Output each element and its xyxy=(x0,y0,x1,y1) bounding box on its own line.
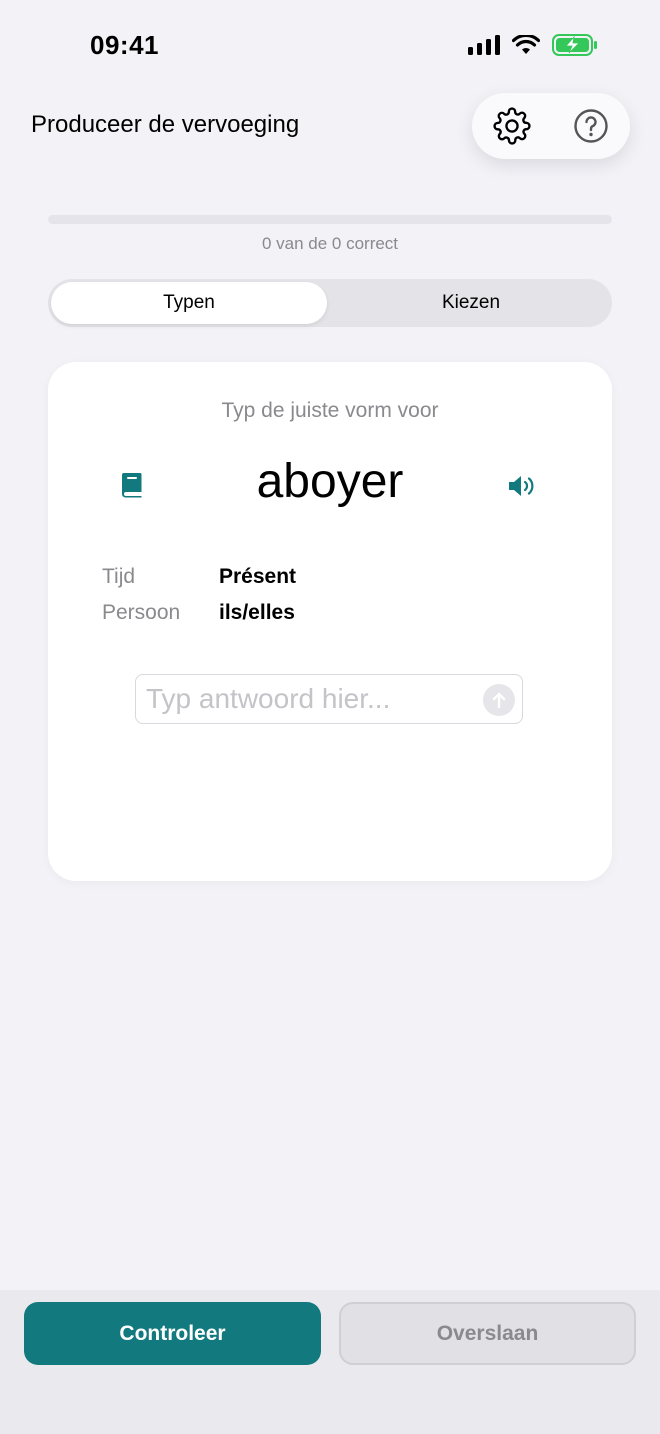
exercise-card: Typ de juiste vorm voor aboyer Tijd Prés… xyxy=(48,362,612,881)
person-value: ils/elles xyxy=(219,601,295,624)
status-bar: 09:41 xyxy=(0,0,660,96)
status-time: 09:41 xyxy=(90,30,159,60)
header-actions xyxy=(472,93,630,159)
wifi-icon xyxy=(512,35,540,54)
prompt-text: Typ de juiste vorm voor xyxy=(221,399,439,422)
signal-icon xyxy=(468,35,500,55)
mode-toggle: Typen Kiezen xyxy=(48,279,612,327)
tense-value: Présent xyxy=(219,565,297,588)
bottom-action-bar: Controleer Overslaan xyxy=(0,1290,660,1434)
arrow-up-icon xyxy=(492,692,506,709)
person-label: Persoon xyxy=(102,601,181,624)
page-title: Produceer de vervoeging xyxy=(31,111,300,138)
answer-field xyxy=(135,674,523,724)
submit-answer-button[interactable] xyxy=(483,684,515,716)
status-icons xyxy=(468,34,598,56)
answer-input[interactable] xyxy=(146,681,472,717)
speaker-icon[interactable] xyxy=(507,473,537,499)
check-button[interactable]: Controleer xyxy=(24,1302,321,1365)
gear-icon xyxy=(492,107,531,145)
segment-typen[interactable]: Typen xyxy=(51,282,327,324)
segment-kiezen[interactable]: Kiezen xyxy=(333,282,609,324)
help-icon xyxy=(573,109,608,143)
settings-button[interactable] xyxy=(486,100,538,152)
help-button[interactable] xyxy=(565,100,617,152)
battery-charging-icon xyxy=(552,34,597,56)
progress-text: 0 van de 0 correct xyxy=(261,234,399,253)
progress-bar xyxy=(48,215,612,224)
tense-label: Tijd xyxy=(102,565,136,588)
skip-button[interactable]: Overslaan xyxy=(339,1302,636,1365)
